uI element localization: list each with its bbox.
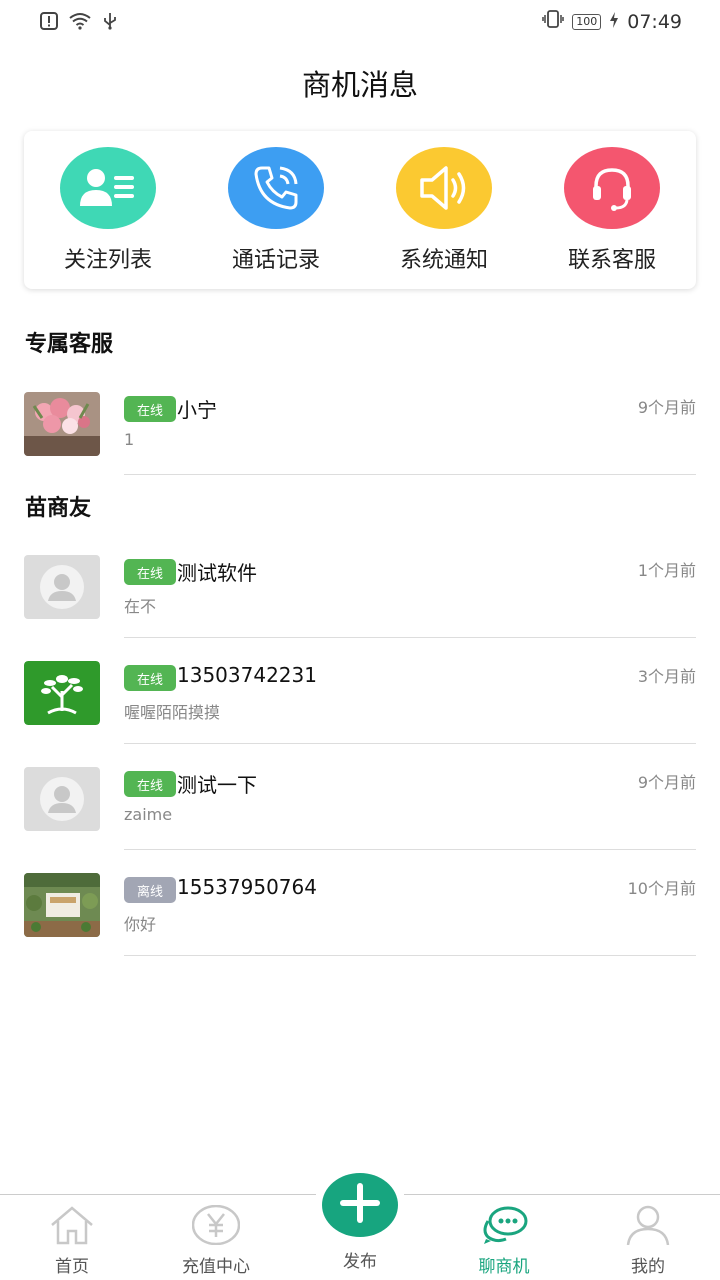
divider	[124, 474, 696, 475]
tab-recharge[interactable]: 充值中心	[161, 1204, 271, 1277]
tab-chat[interactable]: 聊商机	[449, 1205, 559, 1277]
plus-icon	[338, 1181, 382, 1229]
divider	[124, 637, 696, 638]
list-item[interactable]: 离线 15537950764 你好 10个月前	[0, 873, 720, 979]
status-badge: 在线	[124, 396, 176, 422]
tree-logo-avatar	[24, 661, 100, 725]
message-time: 3个月前	[637, 667, 696, 686]
home-icon	[48, 1205, 96, 1250]
message-preview: 你好	[124, 915, 157, 934]
tab-label: 我的	[631, 1257, 665, 1277]
tab-mine[interactable]: 我的	[593, 1205, 703, 1277]
contact-name: 13503742231	[177, 663, 317, 687]
message-time: 9个月前	[637, 773, 696, 792]
status-bar: 100 07:49	[0, 0, 720, 46]
divider	[124, 955, 696, 956]
wifi-icon	[68, 12, 92, 34]
usb-icon	[102, 12, 118, 34]
contact-name: 小宁	[177, 398, 217, 422]
message-time: 9个月前	[637, 398, 696, 417]
message-preview: zaime	[124, 805, 173, 824]
quick-action-label: 系统通知	[399, 248, 488, 273]
quick-action-system-notice[interactable]: 系统通知	[360, 131, 528, 289]
tab-label: 充值中心	[182, 1257, 250, 1277]
message-time: 10个月前	[627, 879, 696, 898]
phone-icon	[228, 147, 324, 229]
quick-action-label: 通话记录	[231, 248, 320, 273]
divider	[124, 849, 696, 850]
message-preview: 喔喔陌陌摸摸	[124, 703, 221, 722]
tab-label: 首页	[55, 1257, 89, 1277]
default-avatar-icon	[24, 555, 100, 619]
avatar	[24, 392, 100, 456]
list-item[interactable]: 在线 测试一下 zaime 9个月前	[0, 767, 720, 873]
speaker-icon	[396, 147, 492, 229]
tab-home[interactable]: 首页	[17, 1205, 127, 1277]
status-badge: 离线	[124, 877, 176, 903]
contact-name: 15537950764	[177, 875, 317, 899]
divider	[124, 743, 696, 744]
bottom-tab-bar: 首页 充值中心 发布 聊商机 我的	[0, 1173, 720, 1280]
user-icon	[624, 1205, 672, 1250]
message-preview: 在不	[124, 597, 157, 616]
charging-icon	[609, 11, 619, 33]
page-title: 商机消息	[301, 68, 418, 102]
contact-name: 测试软件	[177, 561, 257, 585]
publish-label: 发布	[343, 1252, 377, 1272]
yuan-coin-icon	[191, 1204, 241, 1250]
headset-icon	[564, 147, 660, 229]
quick-action-follow-list[interactable]: 关注列表	[24, 131, 192, 289]
vibrate-icon	[542, 10, 564, 33]
battery-indicator: 100	[572, 13, 602, 30]
list-item[interactable]: 在线 13503742231 喔喔陌陌摸摸 3个月前	[0, 661, 720, 767]
publish-button[interactable]	[322, 1173, 398, 1237]
chat-bubble-icon	[480, 1205, 528, 1250]
tab-label: 聊商机	[478, 1257, 530, 1277]
clock: 07:49	[627, 10, 682, 33]
avatar	[24, 873, 100, 937]
quick-action-customer-service[interactable]: 联系客服	[528, 131, 696, 289]
contact-name: 测试一下	[177, 773, 257, 797]
section-title-friends: 苗商友	[25, 496, 92, 521]
message-preview: 1	[124, 430, 135, 449]
quick-action-label: 关注列表	[63, 248, 152, 273]
contacts-list-icon	[60, 147, 156, 229]
quick-action-call-log[interactable]: 通话记录	[192, 131, 360, 289]
list-item[interactable]: 在线 小宁 1 9个月前	[0, 392, 720, 498]
message-time: 1个月前	[637, 561, 696, 580]
status-badge: 在线	[124, 665, 176, 691]
quick-action-label: 联系客服	[567, 248, 656, 273]
quick-actions-card: 关注列表 通话记录 系统通知 联系客服	[24, 131, 696, 289]
status-badge: 在线	[124, 559, 176, 585]
status-badge: 在线	[124, 771, 176, 797]
list-item[interactable]: 在线 测试软件 在不 1个月前	[0, 555, 720, 661]
default-avatar-icon	[24, 767, 100, 831]
section-title-service: 专属客服	[25, 332, 114, 357]
alert-icon	[40, 12, 58, 34]
